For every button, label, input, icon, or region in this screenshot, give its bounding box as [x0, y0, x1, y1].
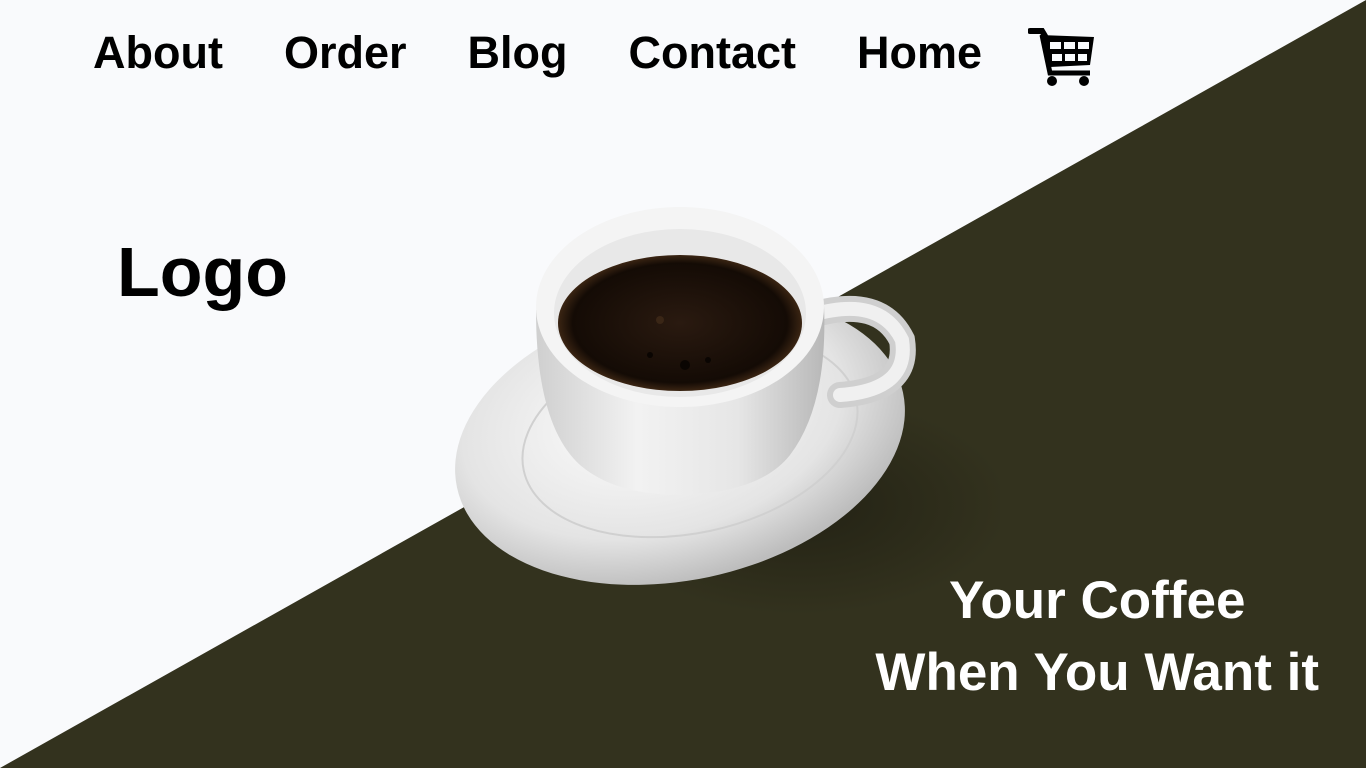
hero-tagline: Your Coffee When You Want it	[875, 565, 1319, 709]
tagline-line-1: Your Coffee	[949, 571, 1246, 630]
main-nav: About Order Blog Contact Home	[93, 22, 1096, 86]
nav-link-order[interactable]: Order	[284, 30, 407, 75]
nav-link-blog[interactable]: Blog	[468, 30, 568, 75]
coffee-cup-image	[455, 207, 1000, 615]
landing-page: About Order Blog Contact Home Logo Your …	[0, 0, 1366, 768]
shopping-cart-icon[interactable]	[1027, 25, 1096, 87]
nav-link-contact[interactable]: Contact	[628, 30, 796, 75]
nav-link-about[interactable]: About	[93, 30, 223, 75]
nav-link-home[interactable]: Home	[857, 30, 982, 75]
logo[interactable]: Logo	[117, 237, 288, 307]
tagline-line-2: When You Want it	[875, 643, 1319, 702]
